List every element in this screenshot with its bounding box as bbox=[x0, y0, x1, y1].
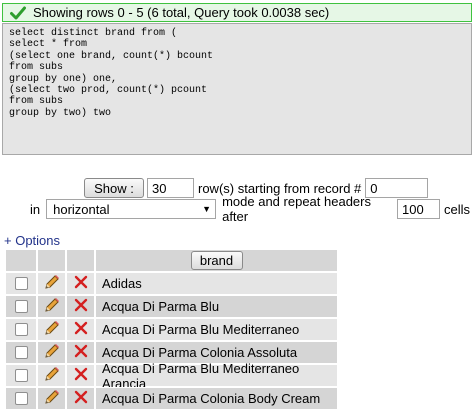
repeat-headers-input[interactable] bbox=[396, 199, 440, 219]
edit-pencil-icon[interactable] bbox=[43, 273, 61, 294]
header-cell-brand: brand bbox=[95, 249, 338, 272]
in-label: in bbox=[30, 201, 41, 217]
delete-x-icon[interactable] bbox=[74, 275, 88, 292]
delete-cell bbox=[66, 295, 95, 318]
edit-cell bbox=[37, 272, 66, 295]
table-body: Adidas Acqua Di Parma Blu Acqua Di Parma B… bbox=[5, 272, 338, 410]
row-checkbox-cell bbox=[5, 295, 37, 318]
row-checkbox[interactable] bbox=[14, 277, 28, 290]
row-checkbox-cell bbox=[5, 341, 37, 364]
brand-cell: Acqua Di Parma Blu Mediterraneo bbox=[95, 318, 338, 341]
edit-pencil-icon[interactable] bbox=[43, 342, 61, 363]
row-checkbox[interactable] bbox=[14, 323, 28, 336]
table-row: Acqua Di Parma Blu Mediterraneo bbox=[5, 318, 338, 341]
brand-value: Adidas bbox=[102, 276, 142, 291]
delete-x-icon[interactable] bbox=[74, 367, 88, 384]
mode-select[interactable]: horizontal ▼ bbox=[46, 199, 217, 219]
edit-pencil-icon[interactable] bbox=[43, 319, 61, 340]
table-row: Acqua Di Parma Blu Mediterraneo Arancia bbox=[5, 361, 338, 391]
mode-controls: in horizontal ▼ mode and repeat headers … bbox=[30, 194, 474, 224]
edit-pencil-icon[interactable] bbox=[43, 296, 61, 317]
sort-brand-button[interactable]: brand bbox=[190, 251, 243, 270]
row-checkbox[interactable] bbox=[14, 369, 28, 382]
edit-cell bbox=[37, 364, 66, 387]
sql-query-text: select distinct brand from ( select * fr… bbox=[9, 28, 214, 119]
brand-value: Acqua Di Parma Colonia Body Cream bbox=[102, 391, 321, 406]
table-row: Adidas bbox=[5, 272, 338, 295]
row-checkbox-cell bbox=[5, 272, 37, 295]
results-table: brand Adidas Acqua Di Parma Blu Acqua Di P… bbox=[5, 249, 338, 410]
cells-label: cells bbox=[443, 201, 470, 217]
rows-count-input[interactable] bbox=[147, 178, 194, 198]
navigation-bar bbox=[0, 155, 474, 176]
edit-cell bbox=[37, 295, 66, 318]
edit-cell bbox=[37, 318, 66, 341]
brand-value: Acqua Di Parma Blu Mediterraneo Arancia bbox=[102, 360, 300, 391]
header-cell-blank bbox=[66, 249, 95, 272]
delete-cell bbox=[66, 341, 95, 364]
row-checkbox-cell bbox=[5, 364, 37, 387]
header-cell-blank bbox=[5, 249, 37, 272]
brand-cell: Acqua Di Parma Colonia Body Cream bbox=[95, 387, 338, 410]
edit-pencil-icon[interactable] bbox=[43, 388, 61, 409]
table-row: Acqua Di Parma Colonia Body Cream bbox=[5, 387, 338, 410]
delete-x-icon[interactable] bbox=[74, 344, 88, 361]
chevron-down-icon: ▼ bbox=[202, 204, 212, 214]
brand-cell: Acqua Di Parma Blu bbox=[95, 295, 338, 318]
row-checkbox[interactable] bbox=[14, 392, 28, 405]
brand-value: Acqua Di Parma Colonia Assoluta bbox=[102, 345, 298, 360]
check-icon bbox=[3, 6, 33, 20]
table-header-row: brand bbox=[5, 249, 338, 272]
row-checkbox[interactable] bbox=[14, 300, 28, 313]
show-button[interactable]: Show : bbox=[84, 178, 144, 198]
edit-pencil-icon[interactable] bbox=[43, 365, 61, 386]
header-cell-blank bbox=[37, 249, 66, 272]
sql-query-box: select distinct brand from ( select * fr… bbox=[2, 23, 472, 155]
delete-cell bbox=[66, 272, 95, 295]
brand-value: Acqua Di Parma Blu bbox=[102, 299, 220, 314]
delete-cell bbox=[66, 387, 95, 410]
edit-cell bbox=[37, 387, 66, 410]
success-message-bar: Showing rows 0 - 5 (6 total, Query took … bbox=[2, 3, 472, 22]
brand-value: Acqua Di Parma Blu Mediterraneo bbox=[102, 322, 300, 337]
delete-x-icon[interactable] bbox=[74, 298, 88, 315]
table-row: Acqua Di Parma Blu bbox=[5, 295, 338, 318]
row-checkbox-cell bbox=[5, 318, 37, 341]
delete-cell bbox=[66, 364, 95, 387]
mode-select-value: horizontal bbox=[53, 201, 110, 217]
brand-cell: Adidas bbox=[95, 272, 338, 295]
row-checkbox[interactable] bbox=[14, 346, 28, 359]
edit-cell bbox=[37, 341, 66, 364]
row-checkbox-cell bbox=[5, 387, 37, 410]
success-message-text: Showing rows 0 - 5 (6 total, Query took … bbox=[33, 5, 330, 20]
delete-cell bbox=[66, 318, 95, 341]
delete-x-icon[interactable] bbox=[74, 390, 88, 407]
mode-repeat-label: mode and repeat headers after bbox=[222, 194, 371, 224]
delete-x-icon[interactable] bbox=[74, 321, 88, 338]
brand-cell: Acqua Di Parma Blu Mediterraneo Arancia bbox=[95, 361, 338, 391]
options-link[interactable]: + Options bbox=[4, 233, 60, 248]
